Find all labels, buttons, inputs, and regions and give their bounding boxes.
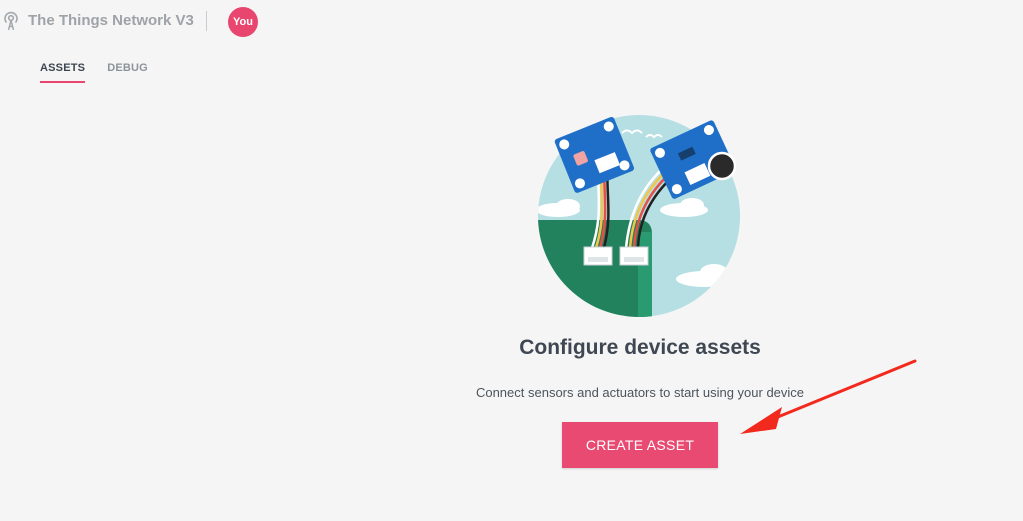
tab-assets[interactable]: ASSETS <box>40 62 86 83</box>
red-arrow-annotation <box>740 359 917 434</box>
create-asset-button[interactable]: CREATE ASSET <box>562 422 718 468</box>
tab-bar: ASSETS DEBUG <box>40 62 148 83</box>
tab-debug[interactable]: DEBUG <box>107 62 148 83</box>
antenna-icon <box>4 11 18 31</box>
header: The Things Network V3 You <box>0 0 420 44</box>
header-divider <box>206 11 207 31</box>
sensor-modules-illustration <box>538 115 740 317</box>
user-avatar[interactable]: You <box>228 7 258 37</box>
network-name-link[interactable]: The Things Network V3 <box>28 12 194 29</box>
app-page: The Things Network V3 You ASSETS DEBUG C… <box>0 0 1023 521</box>
